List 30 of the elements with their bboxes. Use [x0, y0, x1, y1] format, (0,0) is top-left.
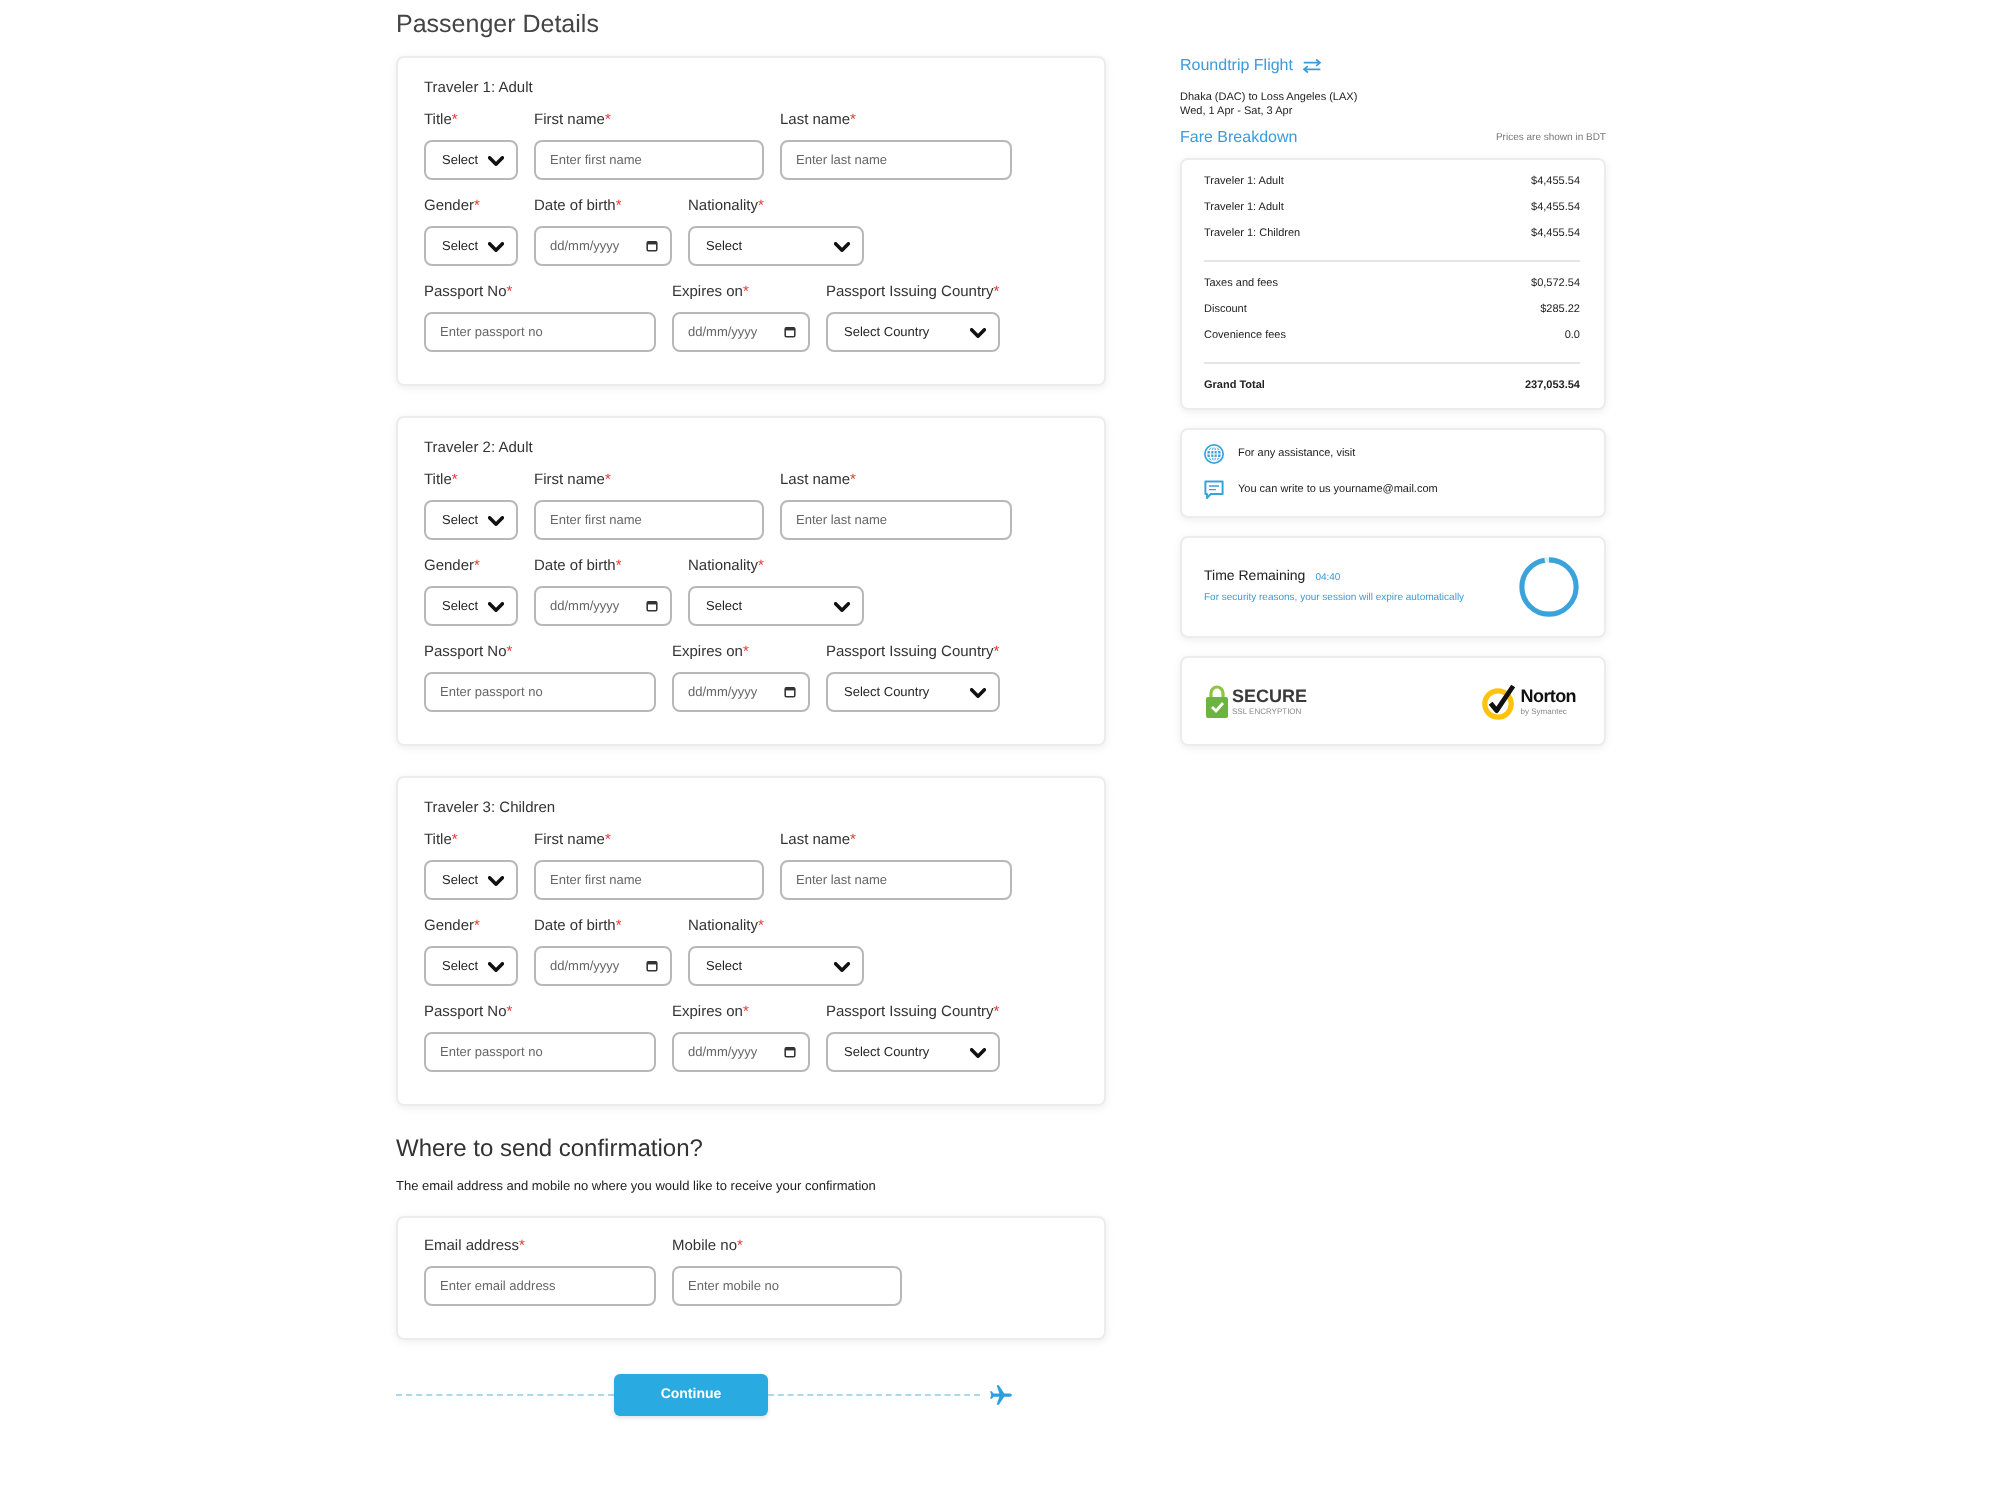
chevron-down-icon: [970, 1047, 986, 1057]
globe-icon: [1204, 444, 1224, 464]
chevron-down-icon: [488, 961, 504, 971]
chat-bubble-icon: [1204, 480, 1224, 500]
chevron-down-icon: [488, 241, 504, 251]
badge-title: Norton: [1520, 687, 1576, 705]
section-title: Where to send confirmation?: [396, 1134, 703, 1164]
chevron-down-icon: [834, 241, 850, 251]
chevron-down-icon: [488, 601, 504, 611]
chevron-down-icon: [488, 155, 504, 165]
calendar-icon: [646, 240, 658, 252]
chevron-down-icon: [834, 601, 850, 611]
calendar-icon: [784, 686, 796, 698]
chevron-down-icon: [834, 961, 850, 971]
airplane-icon: [988, 1382, 1014, 1408]
padlock-icon: [1206, 684, 1228, 718]
chevron-down-icon: [970, 327, 986, 337]
fare-title: Fare Breakdown: [1180, 128, 1298, 148]
calendar-icon: [646, 960, 658, 972]
chevron-down-icon: [970, 687, 986, 697]
chevron-down-icon: [488, 875, 504, 885]
calendar-icon: [784, 326, 796, 338]
trip-type: Roundtrip Flight: [1180, 56, 1293, 76]
calendar-icon: [646, 600, 658, 612]
chevron-down-icon: [488, 515, 504, 525]
page-heading: Passenger Details: [396, 8, 599, 40]
swap-arrows-icon: [1302, 58, 1323, 74]
calendar-icon: [784, 1046, 796, 1058]
badge-title: SECURE: [1232, 687, 1308, 705]
checkmark-seal-icon: [1482, 683, 1517, 719]
